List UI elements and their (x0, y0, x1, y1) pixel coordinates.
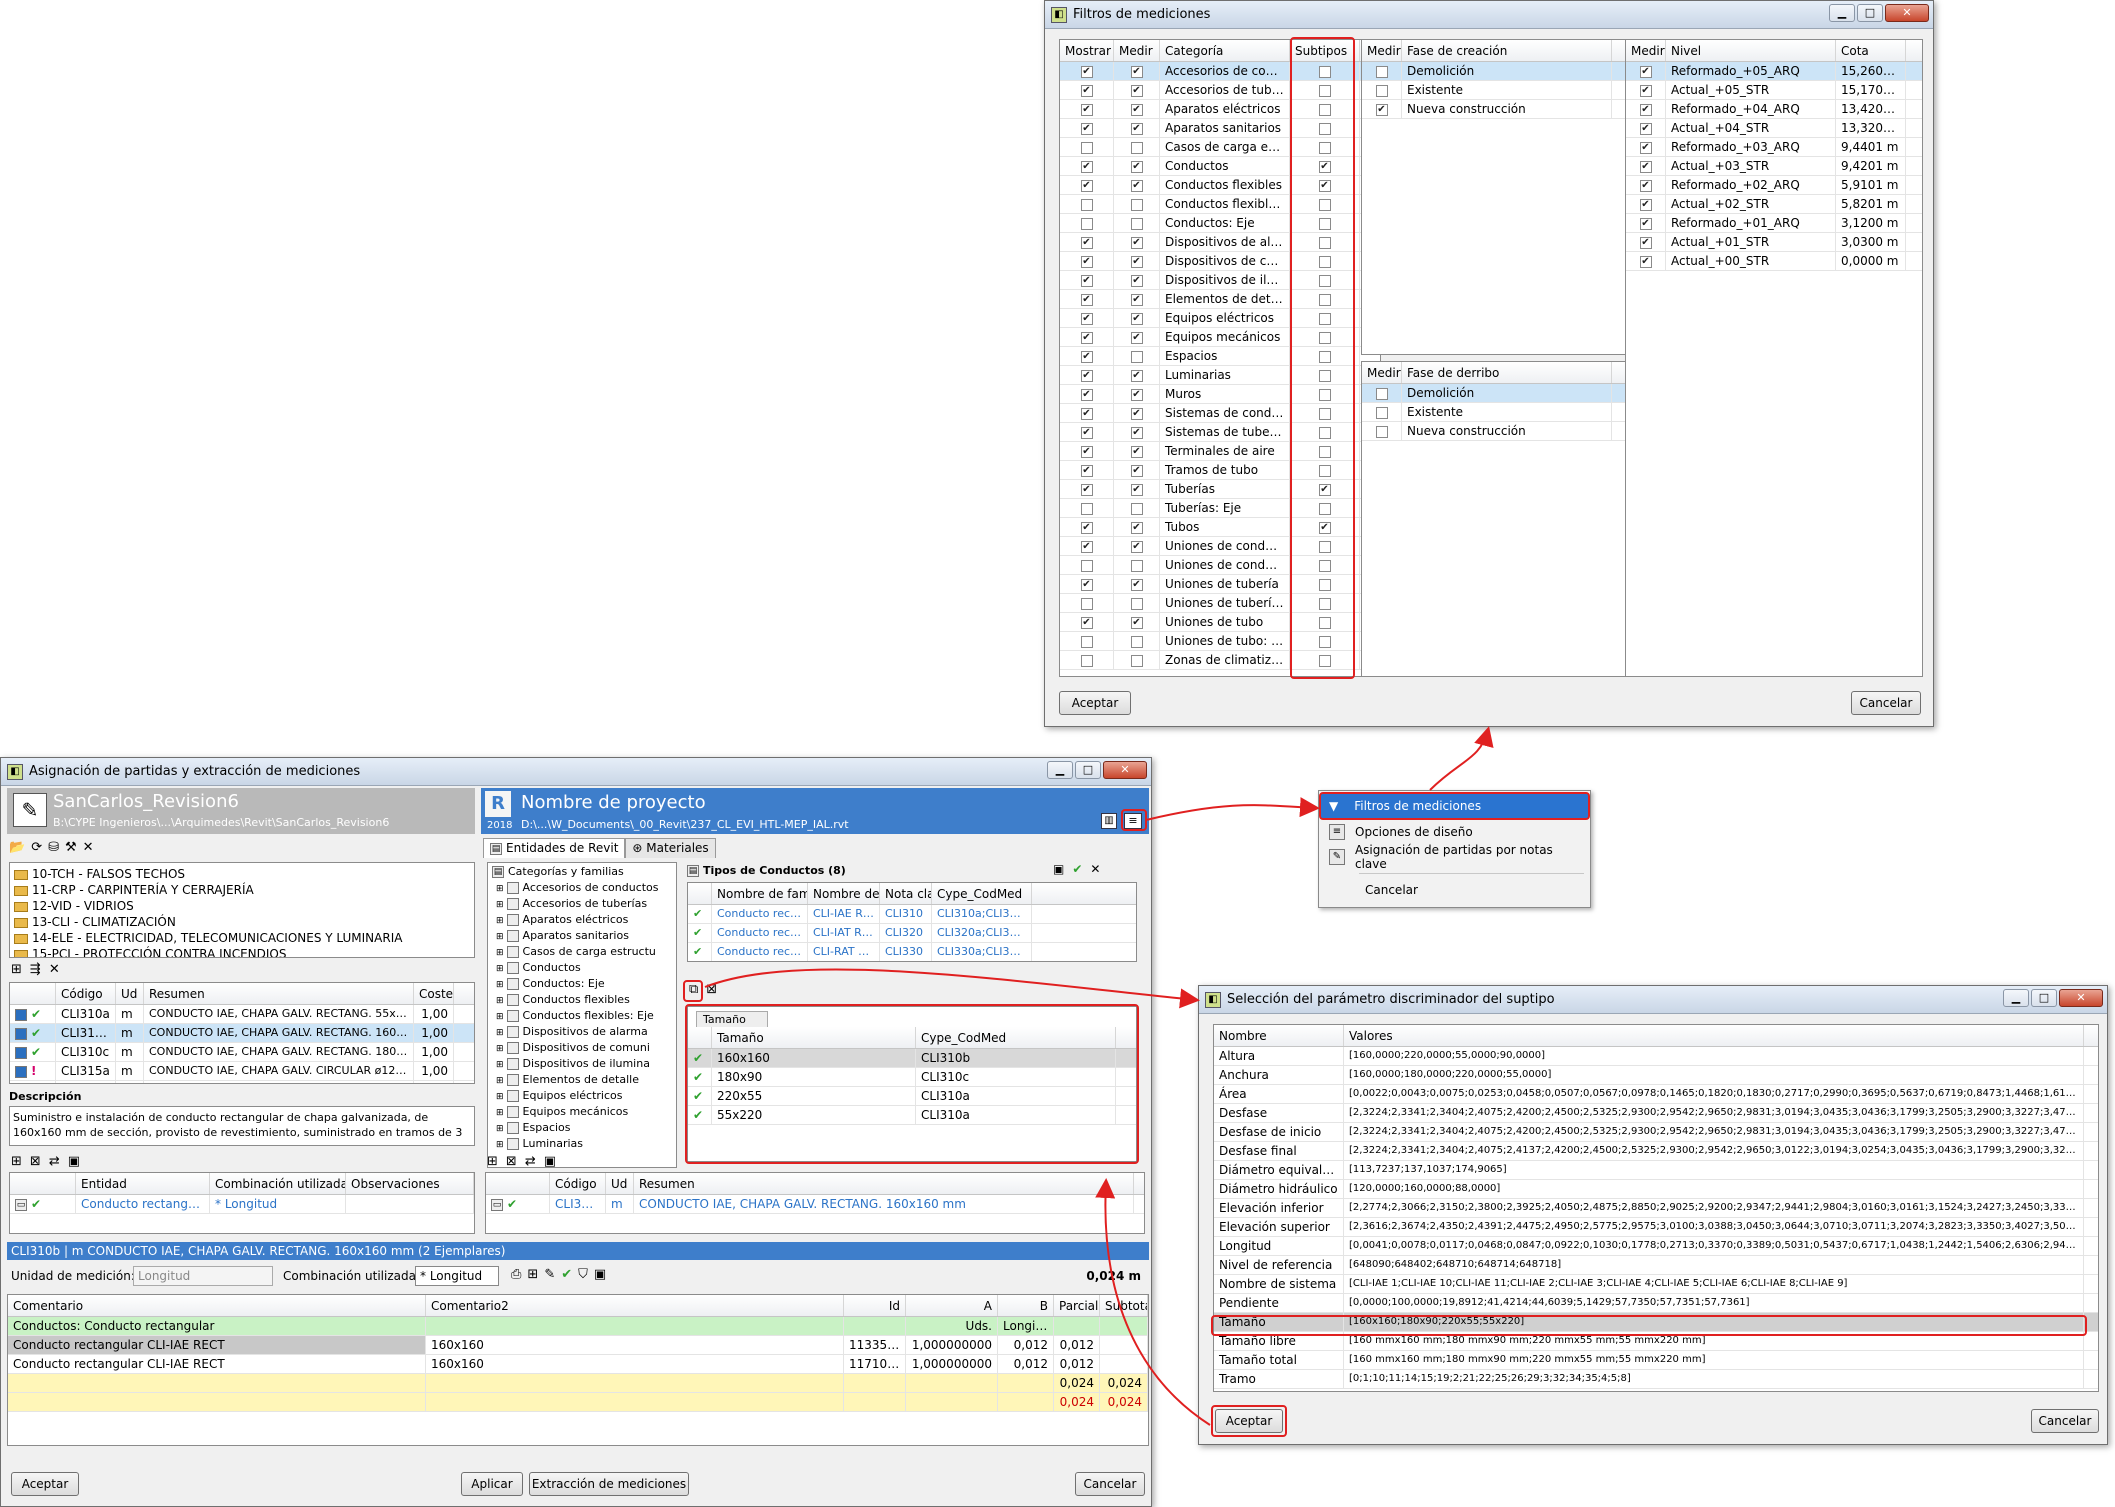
arrow-menu (1145, 797, 1320, 821)
arrow-aceptar (1095, 1178, 1211, 1426)
arrow-filtros (1429, 726, 1494, 791)
arrow-seleccion (704, 968, 1200, 1009)
annotation-arrows (704, 726, 1494, 1426)
